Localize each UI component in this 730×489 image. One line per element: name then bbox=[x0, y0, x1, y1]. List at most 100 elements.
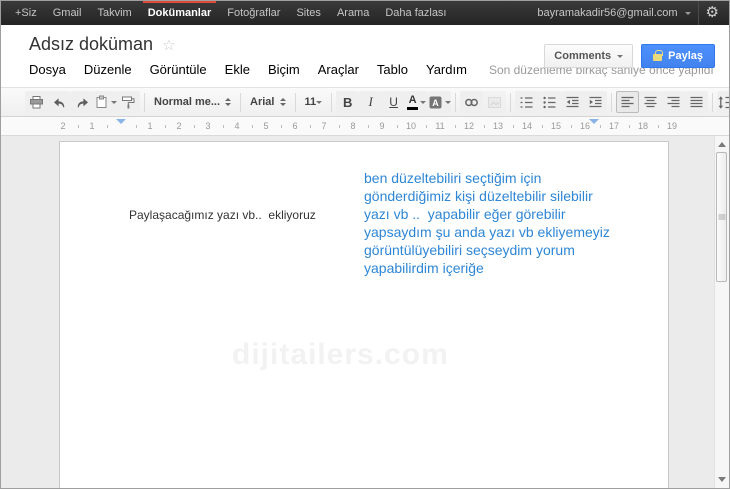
ruler-tick bbox=[77, 125, 79, 128]
font-size-dropdown[interactable]: 11 bbox=[300, 91, 328, 113]
document-title[interactable]: Adsız doküman bbox=[29, 34, 153, 55]
menu-item[interactable]: Görüntüle bbox=[141, 62, 216, 77]
align-right-button[interactable] bbox=[662, 91, 686, 113]
ruler-tick bbox=[541, 125, 543, 128]
gear-icon[interactable]: ⚙ bbox=[706, 1, 719, 25]
line-spacing-icon bbox=[717, 95, 729, 110]
menu-item[interactable]: Biçim bbox=[259, 62, 309, 77]
document-paragraph: Paylaşacağımız yazı vb.. ekliyoruz bbox=[129, 208, 316, 222]
topbar-nav-takvim[interactable]: Takvim bbox=[89, 1, 139, 25]
ruler-number: 4 bbox=[234, 121, 240, 131]
header-buttons: Comments Paylaş bbox=[544, 44, 715, 68]
share-button[interactable]: Paylaş bbox=[641, 44, 715, 68]
font-dropdown[interactable]: Arial bbox=[245, 91, 290, 113]
bold-button[interactable]: B bbox=[336, 91, 360, 113]
align-center-button[interactable] bbox=[639, 91, 663, 113]
ruler-tick bbox=[570, 125, 572, 128]
google-docs-window: +Siz Gmail Takvim Dokümanlar Fotoğraflar Site… bbox=[0, 0, 730, 489]
ruler-number: 2 bbox=[176, 121, 182, 131]
account-menu-caret-icon bbox=[684, 12, 691, 18]
numbered-list-icon bbox=[519, 95, 534, 110]
scroll-up-button[interactable] bbox=[715, 138, 729, 150]
google-services-nav: +Siz Gmail Takvim Dokümanlar Fotoğraflar Site… bbox=[7, 1, 455, 25]
topbar-nav-gmail[interactable]: Gmail bbox=[45, 1, 90, 25]
font-dropdown-value: Arial bbox=[250, 96, 275, 108]
document-text-line: gönderdiğimiz kişi düzeltebilir silebili… bbox=[364, 188, 593, 204]
text-color-icon: A bbox=[407, 94, 419, 110]
scroll-down-button[interactable] bbox=[715, 474, 729, 486]
underline-button[interactable]: U bbox=[382, 91, 406, 113]
document-text-line: yapabilirdim içeriğe bbox=[364, 260, 484, 276]
arrow-down-icon bbox=[718, 477, 726, 486]
numbered-list-button[interactable] bbox=[515, 91, 539, 113]
ruler-tick bbox=[396, 125, 398, 128]
topbar-nav-arama[interactable]: Arama bbox=[329, 1, 377, 25]
align-justify-button[interactable] bbox=[685, 91, 709, 113]
redo-button[interactable] bbox=[71, 91, 94, 113]
menu-item[interactable]: Tablo bbox=[368, 62, 417, 77]
topbar-nav-daha-fazlas[interactable]: Daha fazlası bbox=[377, 1, 454, 25]
ruler-tick bbox=[251, 125, 253, 128]
align-justify-icon bbox=[689, 95, 704, 110]
document-text-line: ben düzeltebiliri seçtiğim için bbox=[364, 170, 542, 186]
align-center-icon bbox=[643, 95, 658, 110]
insert-link-button[interactable] bbox=[460, 91, 484, 113]
align-left-button[interactable] bbox=[616, 91, 640, 113]
undo-button[interactable] bbox=[48, 91, 71, 113]
star-icon[interactable]: ☆ bbox=[162, 36, 175, 54]
menus: Dosya Düzenle Görüntüle Ekle Biçim Araçlar Tab… bbox=[20, 62, 476, 77]
styles-dropdown[interactable]: Normal me... bbox=[149, 91, 236, 113]
toolbar-separator bbox=[510, 92, 512, 112]
ruler-number: 15 bbox=[550, 121, 562, 131]
topbar-nav-foto-raflar[interactable]: Fotoğraflar bbox=[219, 1, 288, 25]
indent-icon bbox=[588, 95, 603, 110]
highlight-color-button[interactable]: A bbox=[428, 91, 452, 113]
topbar-nav-sites[interactable]: Sites bbox=[288, 1, 328, 25]
web-clipboard-button[interactable] bbox=[94, 91, 117, 113]
menu-item[interactable]: Ekle bbox=[216, 62, 259, 77]
ruler[interactable]: 2 1 1 2 3 4 5 6 7 8 9 10 11 12 13 14 15 16 17 18 19 bbox=[1, 117, 729, 136]
bulleted-list-button[interactable] bbox=[538, 91, 562, 113]
document-page[interactable]: Paylaşacağımız yazı vb.. ekliyoruz ben d… bbox=[59, 141, 669, 488]
toolbar-separator bbox=[240, 92, 242, 112]
align-right-icon bbox=[666, 95, 681, 110]
lock-icon bbox=[653, 50, 663, 61]
line-spacing-button[interactable] bbox=[717, 91, 729, 113]
ruler-tick bbox=[106, 125, 108, 128]
ruler-number: 2 bbox=[60, 121, 66, 131]
ruler-number: 14 bbox=[521, 121, 533, 131]
topbar-nav-siz[interactable]: +Siz bbox=[7, 1, 45, 25]
outdent-button[interactable] bbox=[561, 91, 585, 113]
ruler-number: 19 bbox=[666, 121, 678, 131]
text-color-button[interactable]: A bbox=[405, 91, 429, 113]
paint-format-button[interactable] bbox=[117, 91, 140, 113]
styles-dropdown-value: Normal me... bbox=[154, 96, 221, 108]
ruler-number: 6 bbox=[292, 121, 298, 131]
italic-button[interactable]: I bbox=[359, 91, 383, 113]
indent-button[interactable] bbox=[584, 91, 608, 113]
comments-button[interactable]: Comments bbox=[544, 44, 634, 68]
topbar-nav-dok-manlar[interactable]: Dokümanlar bbox=[140, 1, 220, 25]
comments-button-label: Comments bbox=[554, 50, 612, 62]
menu-item[interactable]: Dosya bbox=[20, 62, 75, 77]
right-margin-marker[interactable] bbox=[588, 119, 599, 129]
toolbar-separator bbox=[294, 92, 296, 112]
account-email[interactable]: bayramakadir56@gmail.com bbox=[537, 7, 677, 19]
align-left-icon bbox=[620, 95, 635, 110]
menu-item[interactable]: Araçlar bbox=[309, 62, 368, 77]
comments-caret-icon bbox=[617, 55, 624, 61]
left-margin-marker[interactable] bbox=[116, 119, 126, 129]
menu-item[interactable]: Yardım bbox=[417, 62, 476, 77]
bulleted-list-icon bbox=[542, 95, 557, 110]
insert-image-button[interactable] bbox=[483, 91, 507, 113]
chevron-down-icon bbox=[420, 101, 427, 107]
print-button[interactable] bbox=[25, 91, 48, 113]
ruler-tick bbox=[657, 125, 659, 128]
scrollbar-thumb[interactable] bbox=[716, 152, 727, 282]
vertical-scrollbar[interactable] bbox=[714, 136, 729, 488]
highlight-color-icon: A bbox=[428, 95, 443, 110]
ruler-number: 11 bbox=[435, 121, 445, 131]
print-icon bbox=[29, 95, 44, 110]
menu-item[interactable]: Düzenle bbox=[75, 62, 141, 77]
ruler-tick bbox=[338, 125, 340, 128]
